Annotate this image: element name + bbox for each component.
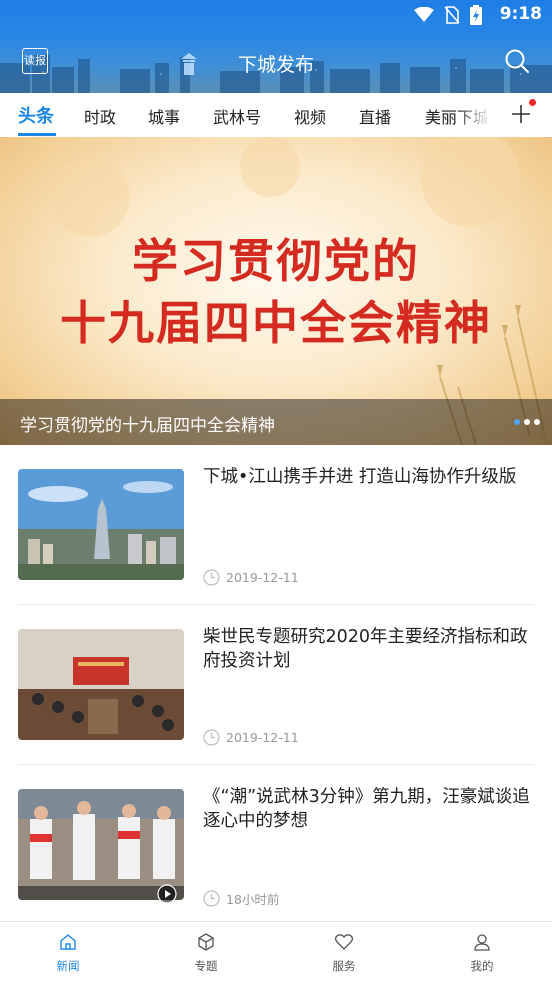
app-bar: 读报 下城发布 xyxy=(0,40,552,84)
heart-icon xyxy=(334,934,354,950)
featured-banner[interactable]: 学习贯彻党的 十九届四中全会精神 学习贯彻党的十九届四中全会精神 xyxy=(0,137,552,445)
nav-label: 新闻 xyxy=(56,959,80,973)
news-title: 《“潮”说武林3分钟》第九期，汪豪斌谈追逐心中的梦想 xyxy=(203,787,530,831)
carousel-dot[interactable] xyxy=(524,419,530,425)
news-thumbnail-meeting xyxy=(18,629,184,740)
banner-headline-line1: 学习贯彻党的 xyxy=(132,234,420,288)
category-tabs: 头条 时政 城事 武林号 视频 直播 美丽下城 xyxy=(0,93,552,138)
add-channel-icon[interactable] xyxy=(510,103,532,125)
cube-icon xyxy=(198,933,214,951)
news-time: 2019-12-11 xyxy=(226,730,299,745)
notification-dot xyxy=(529,99,536,106)
news-item[interactable]: 柴世民专题研究2020年主要经济指标和政府投资计划 2019-12-11 xyxy=(0,605,552,765)
status-time: 9:18 xyxy=(499,4,542,24)
app-title: 下城发布 xyxy=(237,54,314,76)
clock-icon xyxy=(203,569,220,586)
tab-wulin[interactable]: 武林号 xyxy=(213,104,261,128)
news-thumbnail-skyline xyxy=(18,469,184,580)
active-tab-indicator xyxy=(18,133,56,136)
news-time: 2019-12-11 xyxy=(226,570,299,585)
search-icon[interactable] xyxy=(504,48,530,74)
banner-headline-line2: 十九届四中全会精神 xyxy=(60,296,492,350)
carousel-dot[interactable] xyxy=(534,419,540,425)
clock-icon xyxy=(203,890,220,907)
news-meta: 2019-12-11 xyxy=(203,729,299,746)
status-bar: 9:18 xyxy=(0,0,552,32)
nav-topics[interactable]: 专题 xyxy=(166,932,246,974)
user-icon xyxy=(474,934,490,951)
tab-politics[interactable]: 时政 xyxy=(84,104,116,128)
banner-caption: 学习贯彻党的十九届四中全会精神 xyxy=(20,416,275,436)
tab-fade-overlay xyxy=(455,93,495,137)
battery-charging-icon xyxy=(470,5,482,25)
news-item[interactable]: 《“潮”说武林3分钟》第九期，汪豪斌谈追逐心中的梦想 18小时前 xyxy=(0,765,552,925)
banner-caption-bar: 学习贯彻党的十九届四中全会精神 xyxy=(0,399,552,445)
tab-city[interactable]: 城事 xyxy=(148,104,180,128)
nav-label: 专题 xyxy=(194,959,218,973)
news-title: 柴世民专题研究2020年主要经济指标和政府投资计划 xyxy=(203,627,528,671)
news-meta: 2019-12-11 xyxy=(203,569,299,586)
tab-live[interactable]: 直播 xyxy=(359,104,391,128)
nav-services[interactable]: 服务 xyxy=(304,932,384,974)
nav-news[interactable]: 新闻 xyxy=(28,932,108,974)
nav-label: 我的 xyxy=(470,959,494,973)
clock-icon xyxy=(203,729,220,746)
home-icon xyxy=(60,934,76,950)
wifi-icon xyxy=(414,7,434,22)
carousel-indicator xyxy=(514,419,540,425)
tab-headline[interactable]: 头条 xyxy=(18,102,54,128)
news-meta: 18小时前 xyxy=(203,889,279,908)
news-title: 下城•江山携手并进 打造山海协作升级版 xyxy=(203,467,517,487)
app-header: 9:18 读报 下城发布 xyxy=(0,0,552,93)
play-icon[interactable] xyxy=(157,884,177,904)
nav-mine[interactable]: 我的 xyxy=(442,932,522,974)
news-item[interactable]: 下城•江山携手并进 打造山海协作升级版 2019-12-11 xyxy=(0,445,552,605)
bottom-navigation: 新闻 专题 服务 我的 xyxy=(0,921,552,982)
no-sim-icon xyxy=(444,6,460,24)
tab-video[interactable]: 视频 xyxy=(294,104,326,128)
nav-label: 服务 xyxy=(332,959,356,973)
news-time: 18小时前 xyxy=(226,892,280,907)
carousel-dot[interactable] xyxy=(514,419,520,425)
